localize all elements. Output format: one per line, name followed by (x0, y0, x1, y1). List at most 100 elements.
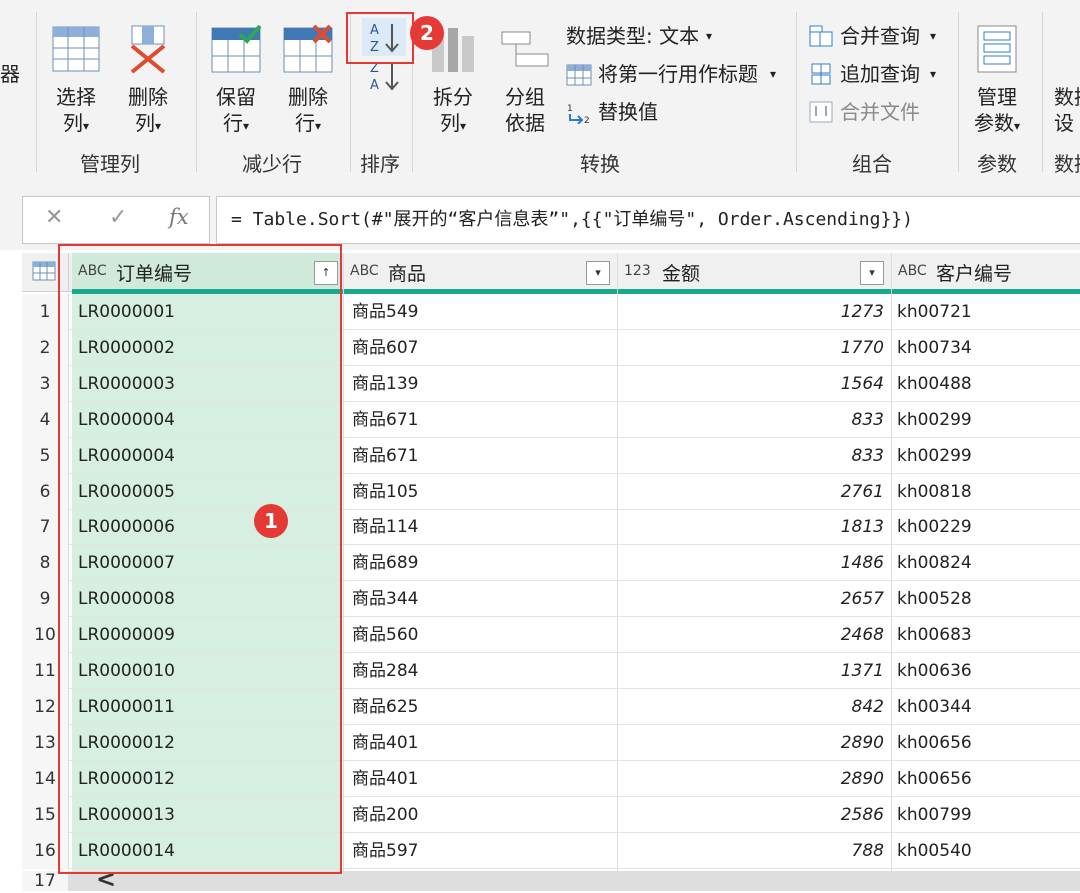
filter-dropdown-icon[interactable]: ▾ (860, 261, 884, 285)
column-header-label: 金额 (662, 263, 701, 285)
cell-product[interactable]: 商品401 (352, 725, 612, 761)
combine-files-icon (809, 101, 833, 123)
data-type-dropdown[interactable]: 数据类型: 文本 ▾ (566, 22, 726, 50)
cell-customer-id[interactable]: kh00683 (897, 617, 1077, 653)
cell-product[interactable]: 商品114 (352, 509, 612, 545)
choose-columns-button[interactable]: 选择 列▾ (44, 22, 108, 140)
cell-amount[interactable]: 1770 (622, 330, 884, 366)
cell-product[interactable]: 商品671 (352, 402, 612, 438)
cell-amount[interactable]: 1371 (622, 653, 884, 689)
manage-parameters-button[interactable]: 管理 参数▾ (964, 22, 1030, 140)
group-label-manage-columns: 管理列 (80, 152, 140, 176)
cell-amount[interactable]: 842 (622, 689, 884, 725)
text-type-icon[interactable]: ABC (350, 263, 379, 279)
horizontal-scrollbar[interactable]: < (68, 865, 1080, 893)
group-separator (196, 12, 197, 172)
cell-amount[interactable]: 1273 (622, 294, 884, 330)
cell-product[interactable]: 商品671 (352, 438, 612, 474)
cell-product[interactable]: 商品200 (352, 797, 612, 833)
column-header-customer-id[interactable]: ABC 客户编号 (892, 253, 1080, 291)
formula-text: = Table.Sort(#"展开的“客户信息表”",{{"订单编号", Ord… (231, 209, 913, 230)
cell-amount[interactable]: 2657 (622, 581, 884, 617)
cell-customer-id[interactable]: kh00344 (897, 689, 1077, 725)
cell-amount[interactable]: 1813 (622, 509, 884, 545)
dropdown-arrow-icon: ▾ (82, 119, 90, 133)
remove-columns-button[interactable]: 删除 列▾ (116, 22, 180, 140)
combine-files-button[interactable]: 合并文件 (808, 98, 948, 126)
append-queries-button[interactable]: 追加查询 ▾ (808, 60, 948, 88)
column-header-product[interactable]: ABC 商品 ▾ (344, 253, 616, 291)
filter-dropdown-icon[interactable]: ▾ (586, 261, 610, 285)
group-by-button[interactable]: 分组 依据 (492, 22, 558, 140)
cell-product[interactable]: 商品560 (352, 617, 612, 653)
cell-amount[interactable]: 2890 (622, 725, 884, 761)
cell-customer-id[interactable]: kh00799 (897, 797, 1077, 833)
cell-amount[interactable]: 2468 (622, 617, 884, 653)
cell-amount[interactable]: 833 (622, 438, 884, 474)
cell-amount[interactable]: 1486 (622, 545, 884, 581)
cell-customer-id[interactable]: kh00299 (897, 402, 1077, 438)
cell-product[interactable]: 商品105 (352, 474, 612, 510)
confirm-icon[interactable]: ✓ (109, 205, 127, 230)
cell-product[interactable]: 商品607 (352, 330, 612, 366)
dropdown-arrow-icon: ▾ (770, 67, 777, 81)
column-header-amount[interactable]: 123 金额 ▾ (618, 253, 890, 291)
cell-customer-id[interactable]: kh00721 (897, 294, 1077, 330)
annotation-box-sort (346, 12, 414, 64)
table-icon (32, 261, 56, 281)
cell-customer-id[interactable]: kh00818 (897, 474, 1077, 510)
cell-customer-id[interactable]: kh00229 (897, 509, 1077, 545)
cell-customer-id[interactable]: kh00656 (897, 725, 1077, 761)
cell-customer-id[interactable]: kh00528 (897, 581, 1077, 617)
replace-values-button[interactable]: 1 2 替换值 (566, 98, 676, 126)
remove-column-icon (130, 25, 166, 74)
cell-product[interactable]: 商品284 (352, 653, 612, 689)
column-header-label: 客户编号 (936, 263, 1013, 285)
fx-icon[interactable]: fx (169, 205, 189, 229)
choose-columns-label-2: 列 (62, 111, 83, 135)
cell-amount[interactable]: 2761 (622, 474, 884, 510)
dropdown-arrow-icon: ▾ (706, 29, 713, 43)
group-separator (958, 12, 959, 172)
cell-customer-id[interactable]: kh00636 (897, 653, 1077, 689)
number-type-icon[interactable]: 123 (624, 263, 651, 279)
cell-customer-id[interactable]: kh00824 (897, 545, 1077, 581)
keep-rows-button[interactable]: 保留 行▾ (204, 22, 268, 140)
group-label-sort: 排序 (360, 152, 400, 176)
cell-customer-id[interactable]: kh00656 (897, 761, 1077, 797)
cell-amount[interactable]: 2586 (622, 797, 884, 833)
formula-input[interactable]: = Table.Sort(#"展开的“客户信息表”",{{"订单编号", Ord… (216, 196, 1080, 244)
remove-columns-label-1: 删除 (128, 85, 168, 109)
cell-customer-id[interactable]: kh00488 (897, 366, 1077, 402)
cell-product[interactable]: 商品139 (352, 366, 612, 402)
keep-rows-label-1: 保留 (216, 85, 256, 109)
cell-amount[interactable]: 788 (622, 833, 884, 869)
text-type-icon[interactable]: ABC (898, 263, 927, 279)
manage-parameters-label-2: 参数 (973, 111, 1014, 135)
cell-product[interactable]: 商品549 (352, 294, 612, 330)
remove-rows-button[interactable]: 删除 行▾ (276, 22, 340, 140)
merge-queries-button[interactable]: 合并查询 ▾ (808, 22, 948, 50)
table-header-icon (566, 64, 592, 86)
merge-queries-label: 合并查询 (840, 24, 920, 48)
keep-rows-label-2: 行 (222, 111, 243, 135)
cell-product[interactable]: 商品344 (352, 581, 612, 617)
cell-product[interactable]: 商品597 (352, 833, 612, 869)
ribbon-cut-label: 器 (0, 62, 20, 86)
cell-product[interactable]: 商品625 (352, 689, 612, 725)
cell-customer-id[interactable]: kh00540 (897, 833, 1077, 869)
cell-amount[interactable]: 2890 (622, 761, 884, 797)
cancel-icon[interactable]: ✕ (45, 205, 63, 230)
cell-customer-id[interactable]: kh00734 (897, 330, 1077, 366)
group-label-transform: 转换 (580, 152, 620, 176)
annotation-box-column (58, 244, 342, 874)
cell-product[interactable]: 商品689 (352, 545, 612, 581)
keep-rows-icon (211, 24, 262, 73)
cell-product[interactable]: 商品401 (352, 761, 612, 797)
cell-amount[interactable]: 1564 (622, 366, 884, 402)
group-separator (796, 12, 797, 172)
cell-customer-id[interactable]: kh00299 (897, 438, 1077, 474)
data-source-settings-button[interactable]: 数据 设 (1050, 22, 1080, 140)
cell-amount[interactable]: 833 (622, 402, 884, 438)
use-first-row-as-headers-button[interactable]: 将第一行用作标题 ▾ (566, 60, 784, 88)
